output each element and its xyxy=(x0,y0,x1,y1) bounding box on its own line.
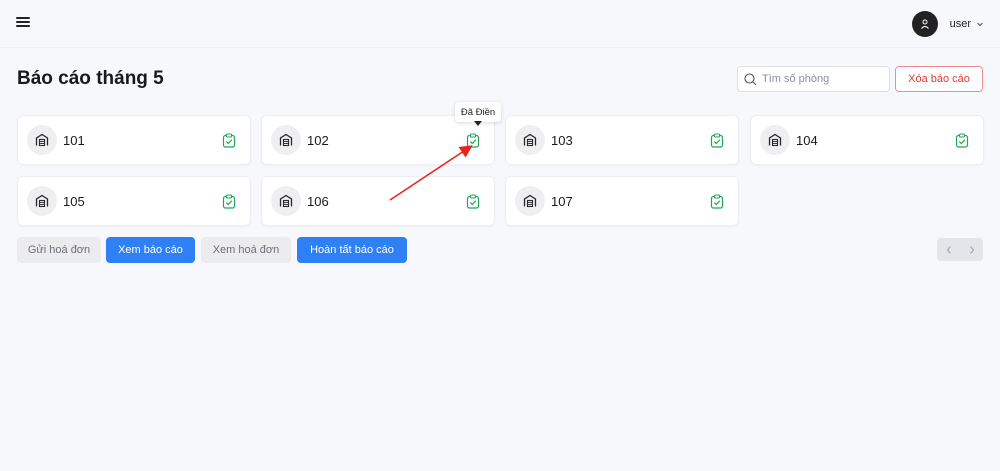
door-icon xyxy=(27,186,57,216)
prev-page-button[interactable] xyxy=(937,238,960,261)
room-card[interactable]: 106 xyxy=(261,176,495,226)
top-bar: user xyxy=(0,0,1000,48)
tooltip-arrow xyxy=(474,121,482,126)
door-icon xyxy=(271,125,301,155)
room-number: 105 xyxy=(63,194,85,209)
page-title: Báo cáo tháng 5 xyxy=(17,68,164,89)
door-icon xyxy=(515,125,545,155)
room-card[interactable]: 105 xyxy=(17,176,251,226)
status-tooltip: Đã Điền xyxy=(455,102,501,122)
complete-report-button[interactable]: Hoàn tất báo cáo xyxy=(297,237,407,263)
room-number: 101 xyxy=(63,133,85,148)
send-invoice-button[interactable]: Gửi hoá đơn xyxy=(17,237,101,263)
view-invoice-button[interactable]: Xem hoá đơn xyxy=(201,237,291,263)
room-number: 103 xyxy=(551,133,573,148)
room-number: 104 xyxy=(796,133,818,148)
hamburger-menu-icon[interactable] xyxy=(16,17,30,29)
clipboard-check-icon[interactable] xyxy=(710,133,724,148)
door-icon xyxy=(760,125,790,155)
room-card[interactable]: 103 xyxy=(505,115,739,165)
door-icon xyxy=(27,125,57,155)
clipboard-check-icon[interactable] xyxy=(222,133,236,148)
user-icon xyxy=(920,19,929,29)
door-icon xyxy=(271,186,301,216)
room-number: 106 xyxy=(307,194,329,209)
clipboard-check-icon[interactable] xyxy=(466,194,480,209)
chevron-down-icon xyxy=(977,22,983,27)
search-icon xyxy=(744,72,757,85)
room-card[interactable]: 104 xyxy=(750,115,984,165)
avatar[interactable] xyxy=(911,11,938,37)
view-report-button[interactable]: Xem báo cáo xyxy=(106,237,195,263)
clipboard-check-icon[interactable] xyxy=(955,133,969,148)
delete-report-button[interactable]: Xóa báo cáo xyxy=(895,66,983,92)
room-number: 102 xyxy=(307,133,329,148)
door-icon xyxy=(515,186,545,216)
room-card[interactable]: 102 xyxy=(261,115,495,165)
clipboard-check-icon[interactable] xyxy=(466,133,480,148)
username: user xyxy=(949,18,971,30)
next-page-button[interactable] xyxy=(960,238,983,261)
user-menu[interactable]: user xyxy=(911,11,984,37)
room-card[interactable]: 101 xyxy=(17,115,251,165)
clipboard-check-icon[interactable] xyxy=(710,194,724,209)
search-input[interactable] xyxy=(762,73,882,85)
search-box[interactable] xyxy=(737,66,890,92)
room-card[interactable]: 107 xyxy=(505,176,739,226)
pagination xyxy=(937,238,983,261)
clipboard-check-icon[interactable] xyxy=(222,194,236,209)
chevron-right-icon xyxy=(969,245,974,254)
room-number: 107 xyxy=(551,194,573,209)
chevron-left-icon xyxy=(946,245,951,254)
